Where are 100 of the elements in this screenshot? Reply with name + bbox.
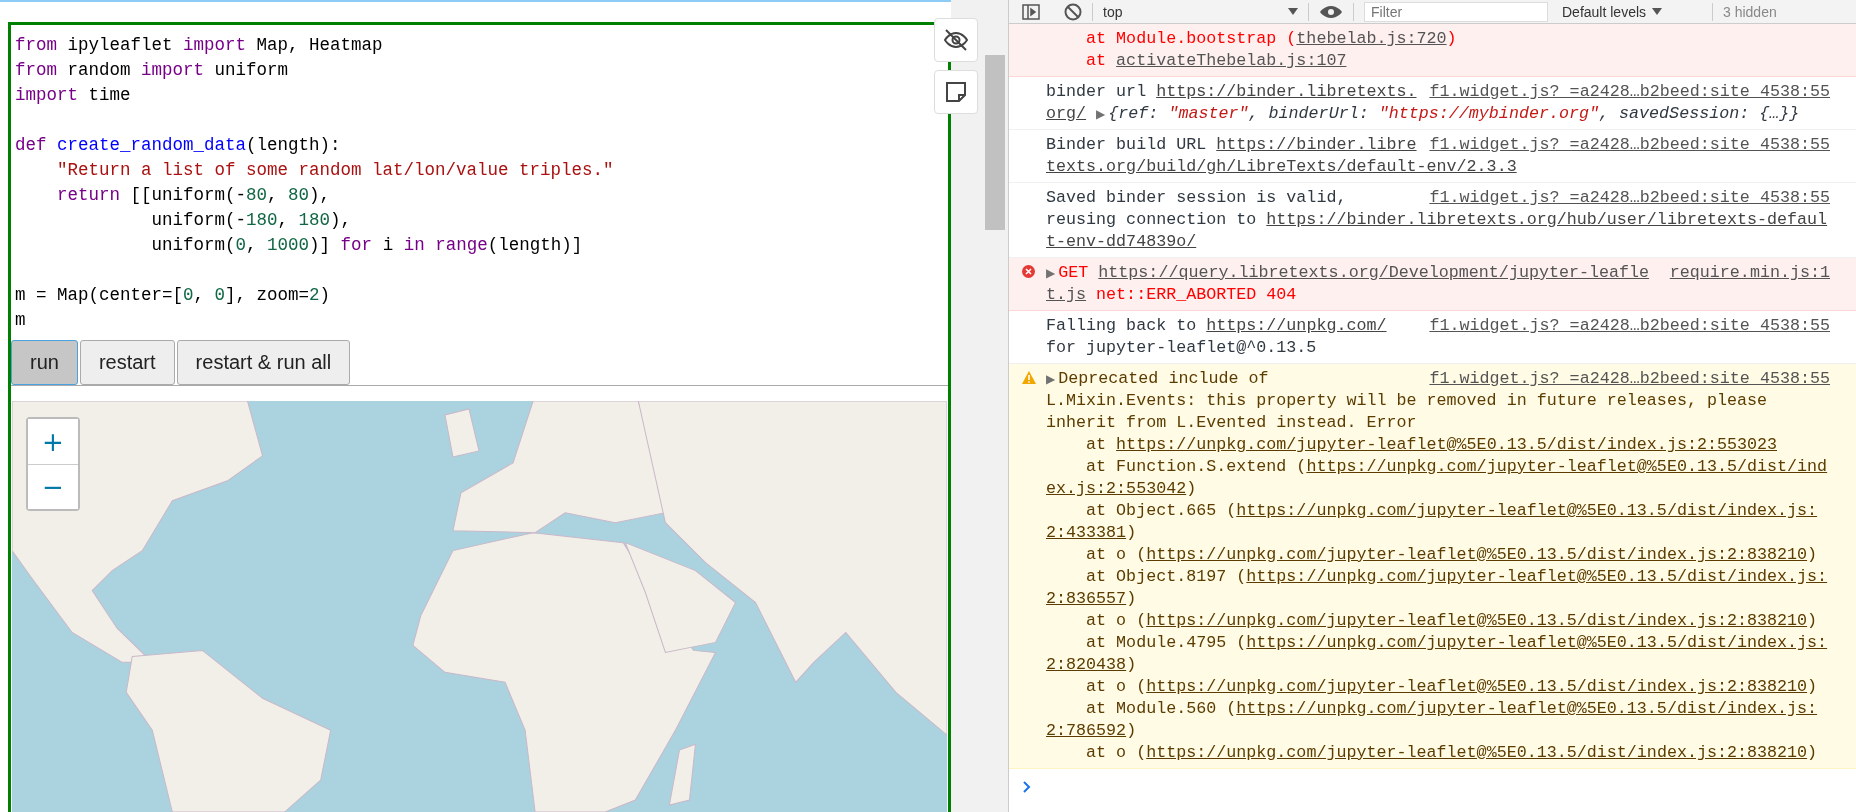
code-text: ) bbox=[319, 285, 331, 305]
console-link[interactable]: 2:836557 bbox=[1046, 588, 1127, 610]
object-preview-text: {ref: bbox=[1108, 103, 1160, 125]
console-link[interactable]: https://binder.libre bbox=[1216, 134, 1417, 156]
console-link[interactable]: https://unpkg.com/jupyter-leaflet@%5E0.13.5/dist/index.js: bbox=[1236, 500, 1818, 522]
disclosure-triangle[interactable]: ▶ bbox=[1046, 262, 1056, 284]
code-text: from bbox=[15, 35, 57, 55]
code-text: 2 bbox=[309, 285, 320, 305]
code-text: i bbox=[381, 235, 395, 255]
code-text: [[uniform(- bbox=[129, 185, 247, 205]
console-text: at Module.560 ( bbox=[1085, 698, 1237, 720]
console-link[interactable]: https://unpkg.com/jupyter-leaflet@%5E0.13.5/dist/index.js:2:838210 bbox=[1146, 742, 1808, 764]
console-text: Binder build URL bbox=[1046, 134, 1208, 156]
console-text: at bbox=[1085, 50, 1108, 72]
code-text: ), bbox=[330, 210, 352, 230]
code-text: uniform bbox=[213, 60, 289, 80]
console-text: Deprecated include of bbox=[1058, 368, 1269, 390]
cell-button[interactable]: run bbox=[11, 340, 78, 385]
console-link[interactable]: https://unpkg.com/jupyter-leaflet@%5E0.13.5/dist/index.js:2:838210 bbox=[1146, 544, 1808, 566]
code-text: import bbox=[15, 85, 78, 105]
code-text: 180 bbox=[298, 210, 331, 230]
disclosure-triangle[interactable]: ▶ bbox=[1046, 368, 1056, 390]
console-link[interactable]: https://unpkg.com/jupyter-leaflet@%5E0.13.5/dist/index.js: bbox=[1236, 698, 1818, 720]
source-link[interactable]: f1.widget.js?_=a2428…b2beed:site_4538:55 bbox=[1429, 368, 1830, 390]
console-link[interactable]: ex.js:2:553042 bbox=[1046, 478, 1187, 500]
console-text: ) bbox=[1186, 478, 1197, 500]
console-link[interactable]: https://query.libretexts.org/Development/jupyter-leafle bbox=[1098, 262, 1650, 284]
console-text: ) bbox=[1126, 588, 1137, 610]
code-text: 1000 bbox=[267, 235, 310, 255]
console-link[interactable]: activateThebelab.js:107 bbox=[1116, 50, 1347, 72]
console-text: at Module.4795 ( bbox=[1085, 632, 1247, 654]
console-link[interactable]: https://unpkg.com/jupyter-leaflet@%5E0.13.5/dist/ind bbox=[1306, 456, 1828, 478]
console-text: at Function.S.extend ( bbox=[1085, 456, 1307, 478]
code-text: m = Map(center=[ bbox=[15, 285, 184, 305]
filter-field[interactable]: Filter bbox=[1364, 1, 1548, 22]
source-link[interactable]: f1.widget.js?_=a2428…b2beed:site_4538:55 bbox=[1429, 81, 1830, 103]
console-text: at bbox=[1085, 434, 1108, 456]
console-text: ) bbox=[1126, 522, 1137, 544]
code-text: )] bbox=[309, 235, 332, 255]
source-link[interactable]: f1.widget.js?_=a2428…b2beed:site_4538:55 bbox=[1429, 315, 1830, 337]
levels-dropdown[interactable]: Default levels bbox=[1562, 3, 1647, 20]
console-link[interactable]: https://unpkg.com/jupyter-leaflet@%5E0.13.5/dist/index.js: bbox=[1246, 566, 1828, 588]
code-text: ], zoom= bbox=[225, 285, 310, 305]
source-link[interactable]: require.min.js:1 bbox=[1669, 262, 1830, 284]
code-text: range bbox=[434, 235, 488, 255]
code-text: 0 bbox=[183, 285, 194, 305]
code-text: , bbox=[267, 185, 279, 205]
console-link[interactable]: 2:786592 bbox=[1046, 720, 1127, 742]
cell-button[interactable]: restart & run all bbox=[176, 340, 351, 385]
console-link[interactable]: texts.org/build/gh/LibreTexts/default-env/2.3.3 bbox=[1046, 156, 1517, 178]
console-link[interactable]: https://unpkg.com/jupyter-leaflet@%5E0.13.5/dist/index.js:2:553023 bbox=[1116, 434, 1778, 456]
console-link[interactable]: https://binder.libretexts.org/hub/user/libretexts-defaul bbox=[1266, 209, 1828, 231]
code-text: ipyleaflet bbox=[66, 35, 174, 55]
console-link[interactable]: t-env-dd74839o/ bbox=[1046, 231, 1197, 253]
console-link[interactable]: org/ bbox=[1046, 103, 1087, 125]
zoom-out-button[interactable]: − bbox=[28, 464, 78, 509]
console-link[interactable]: https://unpkg.com/ bbox=[1206, 315, 1387, 337]
code-text: (length)] bbox=[487, 235, 583, 255]
console-text: inherit from L.Evented instead. Error bbox=[1046, 412, 1417, 434]
code-text: return bbox=[56, 185, 121, 205]
source-link[interactable]: f1.widget.js?_=a2428…b2beed:site_4538:55 bbox=[1429, 187, 1830, 209]
code-text: 180 bbox=[246, 210, 278, 230]
console-text: ) bbox=[1807, 676, 1818, 698]
code-text: import bbox=[141, 60, 205, 80]
code-text: random bbox=[66, 60, 132, 80]
console-text: at Module.bootstrap ( bbox=[1085, 28, 1297, 50]
console-link[interactable]: https://binder.libretexts. bbox=[1156, 81, 1417, 103]
code-text: , bbox=[193, 285, 206, 305]
console-link[interactable]: 2:433381 bbox=[1046, 522, 1127, 544]
code-text: Map, Heatmap bbox=[255, 35, 383, 55]
console-text: for jupyter-leaflet@^0.13.5 bbox=[1046, 337, 1317, 359]
code-text: 80 bbox=[288, 185, 310, 205]
context-selector[interactable]: top bbox=[1103, 3, 1123, 20]
console-link[interactable]: https://unpkg.com/jupyter-leaflet@%5E0.13.5/dist/index.js: bbox=[1246, 632, 1828, 654]
console-link[interactable]: https://unpkg.com/jupyter-leaflet@%5E0.13.5/dist/index.js:2:838210 bbox=[1146, 676, 1808, 698]
console-text: ) bbox=[1807, 742, 1818, 764]
code-text: import bbox=[183, 35, 247, 55]
code-text: in bbox=[403, 235, 425, 255]
console-link[interactable]: thebelab.js:720 bbox=[1296, 28, 1447, 50]
code-text: 0 bbox=[214, 285, 226, 305]
console-text: ) bbox=[1807, 544, 1818, 566]
console-text: at o ( bbox=[1085, 676, 1147, 698]
console-text: Saved binder session is valid, bbox=[1046, 187, 1347, 209]
source-link[interactable]: f1.widget.js?_=a2428…b2beed:site_4538:55 bbox=[1429, 134, 1830, 156]
code-text: create_random_data bbox=[56, 135, 247, 155]
console-text: L.Mixin.Events: this property will be removed in future releases, please bbox=[1046, 390, 1768, 412]
console-text: ) bbox=[1446, 28, 1457, 50]
console-text: at Object.665 ( bbox=[1085, 500, 1237, 522]
code-text: time bbox=[87, 85, 131, 105]
console-link[interactable]: 2:820438 bbox=[1046, 654, 1127, 676]
code-text: "Return a list of some random lat/lon/value triples." bbox=[56, 160, 614, 180]
console-text: ) bbox=[1807, 610, 1818, 632]
console-text: ) bbox=[1126, 654, 1137, 676]
console-link[interactable]: https://unpkg.com/jupyter-leaflet@%5E0.13.5/dist/index.js:2:838210 bbox=[1146, 610, 1808, 632]
disclosure-triangle[interactable]: ▶ bbox=[1096, 103, 1106, 125]
code-text: 0 bbox=[235, 235, 247, 255]
console-link[interactable]: t.js bbox=[1046, 284, 1087, 306]
object-string: "master" bbox=[1168, 103, 1249, 125]
console-text: at Object.8197 ( bbox=[1085, 566, 1247, 588]
cell-button[interactable]: restart bbox=[79, 340, 175, 385]
